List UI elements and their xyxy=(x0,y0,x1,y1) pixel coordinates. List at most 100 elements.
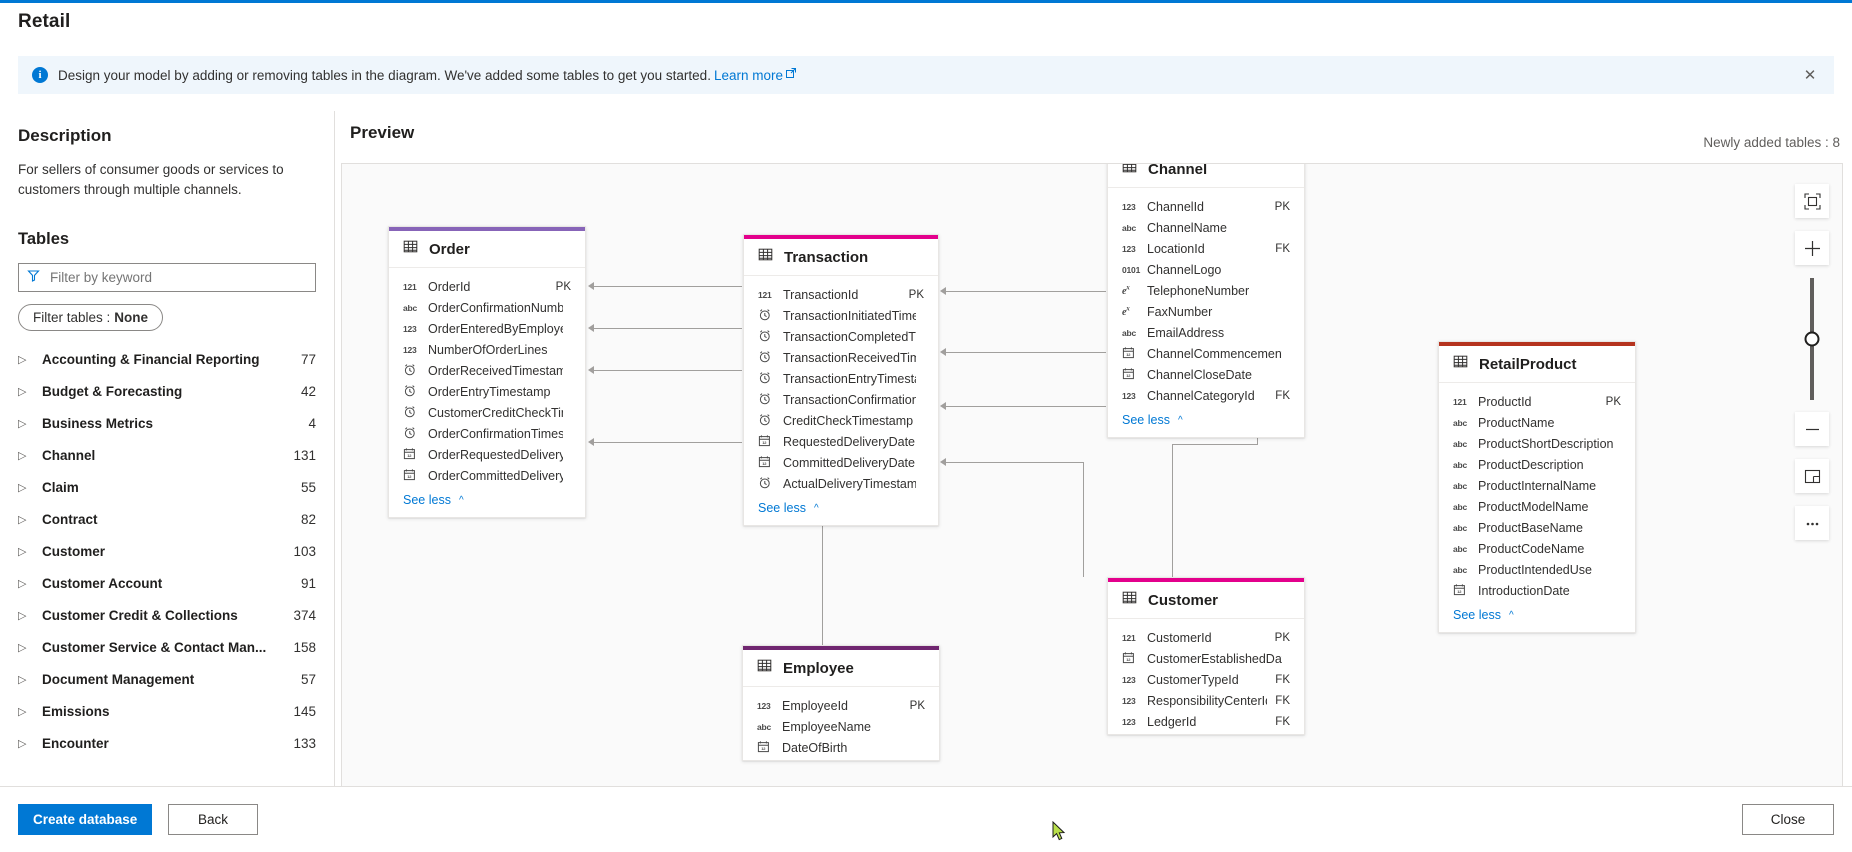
chevron-right-icon[interactable]: ▷ xyxy=(18,417,34,430)
zoom-slider[interactable] xyxy=(1804,278,1820,400)
sidebar-item[interactable]: ▷ Customer Credit & Collections 374 xyxy=(0,599,334,631)
entity-card[interactable]: Customer 121 CustomerId PK 12 CustomerEstabli… xyxy=(1107,577,1305,735)
entity-field-row[interactable]: 12 CustomerEstablishedDate xyxy=(1108,648,1304,669)
entity-field-row[interactable]: 123 CustomerTypeId FK xyxy=(1108,669,1304,690)
entity-field-row[interactable]: 12 ChannelCommencementDa... xyxy=(1108,343,1304,364)
sidebar-item[interactable]: ▷Financial Product38 xyxy=(0,759,334,763)
zoom-out-button[interactable] xyxy=(1795,412,1829,446)
see-less-toggle[interactable]: See less ^ xyxy=(1108,408,1304,437)
entity-field-row[interactable]: 123 NumberOfOrderLines xyxy=(389,339,585,360)
chevron-right-icon[interactable]: ▷ xyxy=(18,609,34,622)
entity-card[interactable]: Transaction 121 TransactionId PK Transaction… xyxy=(743,234,939,526)
entity-field-row[interactable]: 12 RequestedDeliveryDate xyxy=(744,431,938,452)
entity-field-row[interactable]: ex FaxNumber xyxy=(1108,301,1304,322)
entity-field-row[interactable]: abc ProductModelName xyxy=(1439,496,1635,517)
sidebar-item[interactable]: ▷ Emissions 145 xyxy=(0,695,334,727)
see-less-toggle[interactable]: See less ^ xyxy=(744,496,938,525)
entity-field-row[interactable]: CustomerCreditCheckTimes... xyxy=(389,402,585,423)
entity-field-row[interactable]: ex TelephoneNumber xyxy=(1108,280,1304,301)
entity-field-row[interactable]: 123 ChannelCategoryId FK xyxy=(1108,385,1304,406)
entity-field-row[interactable]: 123 ResponsibilityCenterId FK xyxy=(1108,690,1304,711)
entity-field-row[interactable]: 123 LocationId FK xyxy=(1108,238,1304,259)
entity-card[interactable]: RetailProduct 121 ProductId PK abc ProductNam… xyxy=(1438,341,1636,633)
entity-field-row[interactable]: 123 ChannelId PK xyxy=(1108,196,1304,217)
chevron-right-icon[interactable]: ▷ xyxy=(18,353,34,366)
chevron-right-icon[interactable]: ▷ xyxy=(18,737,34,750)
entity-field-row[interactable]: TransactionConfirmationTi... xyxy=(744,389,938,410)
sidebar-item[interactable]: ▷ Budget & Forecasting 42 xyxy=(0,375,334,407)
entity-field-row[interactable]: 121 TransactionId PK xyxy=(744,284,938,305)
sidebar-item[interactable]: ▷ Claim 55 xyxy=(0,471,334,503)
entity-field-row[interactable]: 123 OrderEnteredByEmployeeId xyxy=(389,318,585,339)
chevron-right-icon[interactable]: ▷ xyxy=(18,641,34,654)
entity-field-row[interactable]: TransactionCompletedTime... xyxy=(744,326,938,347)
fit-to-screen-button[interactable] xyxy=(1795,184,1829,218)
entity-card[interactable]: Order 121 OrderId PK abc OrderConfirmationNum… xyxy=(388,226,586,518)
chevron-right-icon[interactable]: ▷ xyxy=(18,513,34,526)
entity-field-row[interactable]: TransactionInitiatedTimesta... xyxy=(744,305,938,326)
search-input[interactable] xyxy=(48,269,307,286)
chevron-right-icon[interactable]: ▷ xyxy=(18,577,34,590)
zoom-slider-thumb[interactable] xyxy=(1804,331,1820,347)
more-options-button[interactable] xyxy=(1795,506,1829,540)
entity-field-row[interactable]: 12 OrderRequestedDeliveryDate xyxy=(389,444,585,465)
entity-field-row[interactable]: 12 IntroductionDate xyxy=(1439,580,1635,601)
back-button[interactable]: Back xyxy=(168,804,258,835)
learn-more-link[interactable]: Learn more xyxy=(714,68,783,83)
entity-field-row[interactable]: abc OrderConfirmationNumber xyxy=(389,297,585,318)
close-button[interactable]: Close xyxy=(1742,804,1834,835)
entity-field-row[interactable]: 12 CommittedDeliveryDate xyxy=(744,452,938,473)
entity-field-row[interactable]: 12 DateOfBirth xyxy=(743,737,939,758)
sidebar-item[interactable]: ▷ Business Metrics 4 xyxy=(0,407,334,439)
chevron-right-icon[interactable]: ▷ xyxy=(18,673,34,686)
entity-field-row[interactable]: abc EmployeeName xyxy=(743,716,939,737)
entity-field-row[interactable]: 121 OrderId PK xyxy=(389,276,585,297)
see-less-toggle[interactable]: See less ^ xyxy=(1439,603,1635,632)
sidebar-item[interactable]: ▷ Customer Service & Contact Man... 158 xyxy=(0,631,334,663)
chevron-right-icon[interactable]: ▷ xyxy=(18,449,34,462)
entity-field-row[interactable]: CreditCheckTimestamp xyxy=(744,410,938,431)
entity-field-row[interactable]: abc ProductBaseName xyxy=(1439,517,1635,538)
diagram-canvas[interactable]: Order 121 OrderId PK abc OrderConfirmationNum… xyxy=(341,163,1843,789)
entity-field-row[interactable]: OrderReceivedTimestamp xyxy=(389,360,585,381)
sidebar-item[interactable]: ▷ Customer 103 xyxy=(0,535,334,567)
minimap-button[interactable] xyxy=(1795,459,1829,493)
sidebar-item[interactable]: ▷ Accounting & Financial Reporting 77 xyxy=(0,343,334,375)
entity-field-row[interactable]: TransactionEntryTimestamp xyxy=(744,368,938,389)
sidebar-item[interactable]: ▷ Channel 131 xyxy=(0,439,334,471)
zoom-in-button[interactable] xyxy=(1795,231,1829,265)
entity-field-row[interactable]: abc EmailAddress xyxy=(1108,322,1304,343)
chevron-right-icon[interactable]: ▷ xyxy=(18,705,34,718)
entity-field-row[interactable]: OrderEntryTimestamp xyxy=(389,381,585,402)
entity-field-row[interactable]: 123 LedgerId FK xyxy=(1108,711,1304,732)
entity-field-row[interactable]: abc ProductIntendedUse xyxy=(1439,559,1635,580)
entity-field-row[interactable]: abc ProductCodeName xyxy=(1439,538,1635,559)
entity-field-row[interactable]: 121 CustomerId PK xyxy=(1108,627,1304,648)
sidebar-item[interactable]: ▷ Customer Account 91 xyxy=(0,567,334,599)
entity-field-row[interactable]: OrderConfirmationTimesta... xyxy=(389,423,585,444)
create-database-button[interactable]: Create database xyxy=(18,804,153,835)
chevron-right-icon[interactable]: ▷ xyxy=(18,545,34,558)
entity-field-row[interactable]: 0101 ChannelLogo xyxy=(1108,259,1304,280)
chevron-right-icon[interactable]: ▷ xyxy=(18,481,34,494)
entity-card[interactable]: Channel 123 ChannelId PK abc ChannelName 123 Lo… xyxy=(1107,164,1305,438)
entity-field-row[interactable]: 121 ProductId PK xyxy=(1439,391,1635,412)
chevron-right-icon[interactable]: ▷ xyxy=(18,385,34,398)
see-less-toggle[interactable]: See less ^ xyxy=(389,488,585,517)
sidebar-item[interactable]: ▷ Contract 82 xyxy=(0,503,334,535)
filter-tables-pill[interactable]: Filter tables : None xyxy=(18,304,164,331)
entity-field-row[interactable]: abc ProductInternalName xyxy=(1439,475,1635,496)
entity-field-row[interactable]: abc ProductName xyxy=(1439,412,1635,433)
entity-field-row[interactable]: abc ChannelName xyxy=(1108,217,1304,238)
entity-field-row[interactable]: 12 ChannelCloseDate xyxy=(1108,364,1304,385)
entity-field-row[interactable]: 12 OrderCommittedDeliveryD... xyxy=(389,465,585,486)
sidebar-item[interactable]: ▷ Encounter 133 xyxy=(0,727,334,759)
close-icon[interactable]: ✕ xyxy=(1796,61,1824,89)
entity-field-row[interactable]: TransactionReceivedTimest... xyxy=(744,347,938,368)
sidebar-item[interactable]: ▷ Document Management 57 xyxy=(0,663,334,695)
entity-field-row[interactable]: abc ProductDescription xyxy=(1439,454,1635,475)
entity-field-row[interactable]: 123 EmployeeId PK xyxy=(743,695,939,716)
entity-field-row[interactable]: abc ProductShortDescription xyxy=(1439,433,1635,454)
entity-card[interactable]: Employee 123 EmployeeId PK abc EmployeeName 12… xyxy=(742,645,940,761)
entity-field-row[interactable]: ActualDeliveryTimestamp xyxy=(744,473,938,494)
